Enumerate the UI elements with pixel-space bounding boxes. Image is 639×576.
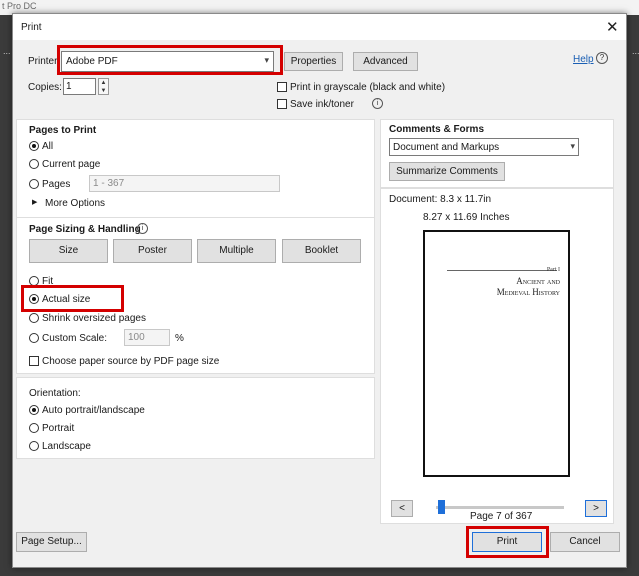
info-icon[interactable]: i xyxy=(137,223,148,234)
paper-source-checkbox[interactable] xyxy=(29,356,39,366)
custom-scale-label: Custom Scale: xyxy=(42,333,108,344)
orientation-panel: Orientation: Auto portrait/landscape Por… xyxy=(16,377,375,459)
poster-button[interactable]: Poster xyxy=(113,239,192,263)
cancel-button[interactable]: Cancel xyxy=(550,532,620,552)
auto-orientation-radio[interactable] xyxy=(29,405,39,415)
current-page-label: Current page xyxy=(42,159,101,170)
help-icon[interactable]: ? xyxy=(596,52,608,64)
book-title-line-2: Medieval History xyxy=(496,287,560,297)
paper-source-label: Choose paper source by PDF page size xyxy=(42,356,220,367)
part-label: Part I xyxy=(546,267,560,273)
page-slider-thumb[interactable] xyxy=(437,500,445,514)
copies-value: 1 xyxy=(66,81,72,92)
prev-page-button[interactable]: < xyxy=(391,500,413,517)
portrait-label: Portrait xyxy=(42,423,75,434)
chevron-down-icon: ▾ xyxy=(570,141,575,151)
custom-scale-input[interactable]: 100 xyxy=(124,329,170,346)
grayscale-checkbox[interactable] xyxy=(277,82,287,92)
document-size-text: Document: 8.3 x 11.7in xyxy=(389,194,492,205)
pages-range-input[interactable]: 1 - 367 xyxy=(89,175,280,192)
info-icon[interactable]: i xyxy=(372,98,383,109)
pages-range-value: 1 - 367 xyxy=(93,178,125,189)
all-label: All xyxy=(42,141,54,152)
page-slider-track[interactable] xyxy=(436,506,564,509)
custom-scale-radio[interactable] xyxy=(29,333,39,343)
booklet-button[interactable]: Booklet xyxy=(282,239,361,263)
copies-stepper[interactable]: ▲ ▼ xyxy=(98,78,109,95)
dialog-title: Print xyxy=(21,22,42,33)
page-sizing-panel: Page Sizing & Handling i Size Poster Mul… xyxy=(16,217,375,374)
printer-label: Printer: xyxy=(28,56,61,67)
portrait-radio[interactable] xyxy=(29,423,39,433)
custom-scale-value: 100 xyxy=(128,332,145,343)
pages-to-print-heading: Pages to Print xyxy=(29,125,97,136)
copies-label: Copies: xyxy=(28,82,62,93)
multiple-button[interactable]: Multiple xyxy=(197,239,276,263)
grayscale-label: Print in grayscale (black and white) xyxy=(290,82,446,93)
comments-forms-heading: Comments & Forms xyxy=(389,124,485,135)
printer-highlight-box xyxy=(57,45,283,75)
landscape-label: Landscape xyxy=(42,441,91,452)
page-indicator: Page 7 of 367 xyxy=(470,511,533,522)
shrink-label: Shrink oversized pages xyxy=(42,313,146,324)
orientation-heading: Orientation: xyxy=(29,388,81,399)
properties-button[interactable]: Properties xyxy=(284,52,343,71)
more-options-label[interactable]: More Options xyxy=(45,198,105,209)
pages-label: Pages xyxy=(42,179,71,190)
landscape-radio[interactable] xyxy=(29,441,39,451)
shrink-radio[interactable] xyxy=(29,313,39,323)
auto-orientation-label: Auto portrait/landscape xyxy=(42,405,145,416)
comments-select[interactable]: Document and Markups ▾ xyxy=(389,138,579,156)
background-right-menu: ... xyxy=(632,46,639,56)
summarize-comments-button[interactable]: Summarize Comments xyxy=(389,162,505,181)
comments-select-value: Document and Markups xyxy=(393,142,500,153)
next-page-button[interactable]: > xyxy=(585,500,607,517)
save-ink-label: Save ink/toner xyxy=(290,99,354,110)
page-setup-button[interactable]: Page Setup... xyxy=(16,532,87,552)
preview-rule xyxy=(447,270,557,271)
print-highlight-box xyxy=(466,526,549,558)
size-button[interactable]: Size xyxy=(29,239,108,263)
current-page-radio[interactable] xyxy=(29,159,39,169)
paper-size-text: 8.27 x 11.69 Inches xyxy=(423,212,510,223)
page-preview: Part I Ancient and Medieval History xyxy=(423,230,570,477)
page-sizing-heading: Page Sizing & Handling xyxy=(29,224,141,235)
pages-radio[interactable] xyxy=(29,179,39,189)
percent-label: % xyxy=(175,333,184,344)
copies-input[interactable]: 1 xyxy=(63,78,96,95)
triangle-right-icon[interactable]: ▶ xyxy=(32,198,37,206)
pages-to-print-panel: Pages to Print All Current page Pages 1 … xyxy=(16,119,375,219)
help-link[interactable]: Help xyxy=(573,54,594,65)
preview-panel: Document: 8.3 x 11.7in 8.27 x 11.69 Inch… xyxy=(380,188,614,524)
advanced-button[interactable]: Advanced xyxy=(353,52,418,71)
background-left-menu: ... xyxy=(3,46,11,56)
dialog-titlebar: Print ✕ xyxy=(13,14,626,40)
all-radio[interactable] xyxy=(29,141,39,151)
close-icon[interactable]: ✕ xyxy=(606,18,619,36)
book-title-line-1: Ancient and xyxy=(516,276,560,286)
save-ink-checkbox[interactable] xyxy=(277,99,287,109)
print-dialog: Print ✕ Printer: Adobe PDF ▾ Properties … xyxy=(12,13,627,568)
actual-size-highlight-box xyxy=(21,285,124,312)
comments-forms-panel: Comments & Forms Document and Markups ▾ … xyxy=(380,119,614,188)
